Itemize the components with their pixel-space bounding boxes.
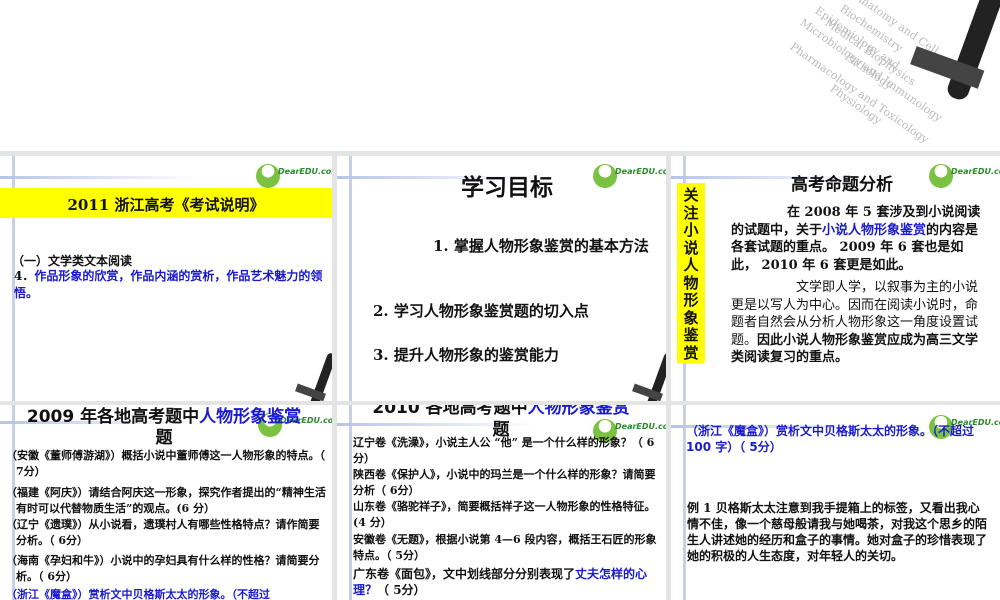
slide-title: 2011 浙江高考《考试说明》 bbox=[67, 196, 265, 214]
question-item: （海南《孕妇和牛》）小说中的孕妇具有什么样的性格？请简要分析。（ 6分） bbox=[6, 554, 320, 583]
requirement-item: 4．作品形象的欣赏，作品内涵的赏析，作品艺术魅力的领悟。 bbox=[14, 269, 323, 300]
goal-item: 2. 学习人物形象鉴赏题的切入点 bbox=[373, 302, 589, 320]
slide-thumbnail-3[interactable]: DearEDU.com 关注小说人物形象鉴赏 高考命题分析 在 2008 年 5… bbox=[671, 156, 1000, 401]
question-item: 辽宁卷《洗澡》，小说主人公 “他” 是一个什么样的形象？（ 6分） bbox=[353, 436, 655, 465]
question-item: （浙江《魔盒》）赏析文中贝格斯太太的形象。（不超过 bbox=[6, 588, 270, 600]
slide-title: 学习目标 bbox=[461, 174, 553, 201]
slide-thumbnail-1[interactable]: DearEDU.com 2011 浙江高考《考试说明》 （一）文学类文本阅读 4… bbox=[0, 156, 332, 401]
example-answer: 例 1 贝格斯太太注意到我手提箱上的标签，又看出我心情不佳，像一个慈母般请我与她… bbox=[687, 501, 988, 563]
slide-thumbnail-2[interactable]: DearEDU.com 学习目标 1. 掌握人物形象鉴赏的基本方法 2. 学习人… bbox=[337, 156, 666, 401]
question-item: 广东卷《面包》，文中划线部分分别表现了丈夫怎样的心理？（ 5分） bbox=[353, 567, 648, 597]
slide-thumbnail-top[interactable]: Anatomy and Cell Biochemistry Epidemiolo… bbox=[0, 0, 1000, 151]
slide-thumbnail-5[interactable]: DearEDU.com 2010 各地高考题中人物形象鉴赏题 辽宁卷《洗澡》，小… bbox=[337, 405, 666, 600]
question-item: （辽宁《遗璞》）从小说看，遗璞村人有哪些性格特点？请作简要分析。（ 6分） bbox=[6, 518, 320, 547]
goal-item: 3. 提升人物形象的鉴赏能力 bbox=[373, 346, 559, 364]
slide-title: 高考命题分析 bbox=[791, 175, 893, 195]
side-label: 关注小说人物形象鉴赏 bbox=[677, 183, 705, 363]
goal-item: 1. 掌握人物形象鉴赏的基本方法 bbox=[433, 237, 649, 255]
slide-title: 2009 年各地高考题中人物形象鉴赏题 bbox=[26, 407, 302, 448]
analysis-paragraph: 文学即人学，以叙事为主的小说更是以写人为中心。因而在阅读小说时，命题者自然会从分… bbox=[731, 280, 979, 365]
microscope-image bbox=[291, 346, 332, 401]
dearedu-logo: DearEDU.com bbox=[256, 164, 332, 188]
section-heading: （一）文学类文本阅读 bbox=[12, 254, 133, 268]
slide-thumbnail-6[interactable]: DearEDU.com （浙江《魔盒》）赏析文中贝格斯太太的形象。（不超过 10… bbox=[671, 405, 1000, 600]
question-text: （浙江《魔盒》）赏析文中贝格斯太太的形象。（不超过 100 字）（ 5分） bbox=[686, 424, 975, 454]
analysis-paragraph: 在 2008 年 5 套涉及到小说阅读的试题中，关于小说人物形象鉴赏的内容是各套… bbox=[731, 205, 981, 273]
question-item: 山东卷《骆驼祥子》，简要概括祥子这一人物形象的性格特征。(4 分） bbox=[353, 500, 656, 529]
question-item: （安徽《董师傅游湖》）概括小说中董师傅这一人物形象的特点。（ 7分） bbox=[6, 449, 325, 478]
dearedu-logo: DearEDU.com bbox=[929, 164, 1000, 188]
question-item: 陕西卷《保护人》，小说中的玛兰是一个什么样的形象？请简要分析（ 6分） bbox=[353, 468, 656, 497]
microscope-image bbox=[628, 346, 666, 401]
question-item: （福建《阿庆》）请结合阿庆这一形象，探究作者提出的“精神生活有时可以代替物质生活… bbox=[6, 486, 326, 515]
slide-thumbnail-4[interactable]: DearEDU.com 2009 年各地高考题中人物形象鉴赏题 （安徽《董师傅游… bbox=[0, 405, 332, 600]
question-item: 安徽卷《无题》，根据小说第 4—6 段内容，概括王石匠的形象特点。（ 5分） bbox=[353, 533, 657, 562]
